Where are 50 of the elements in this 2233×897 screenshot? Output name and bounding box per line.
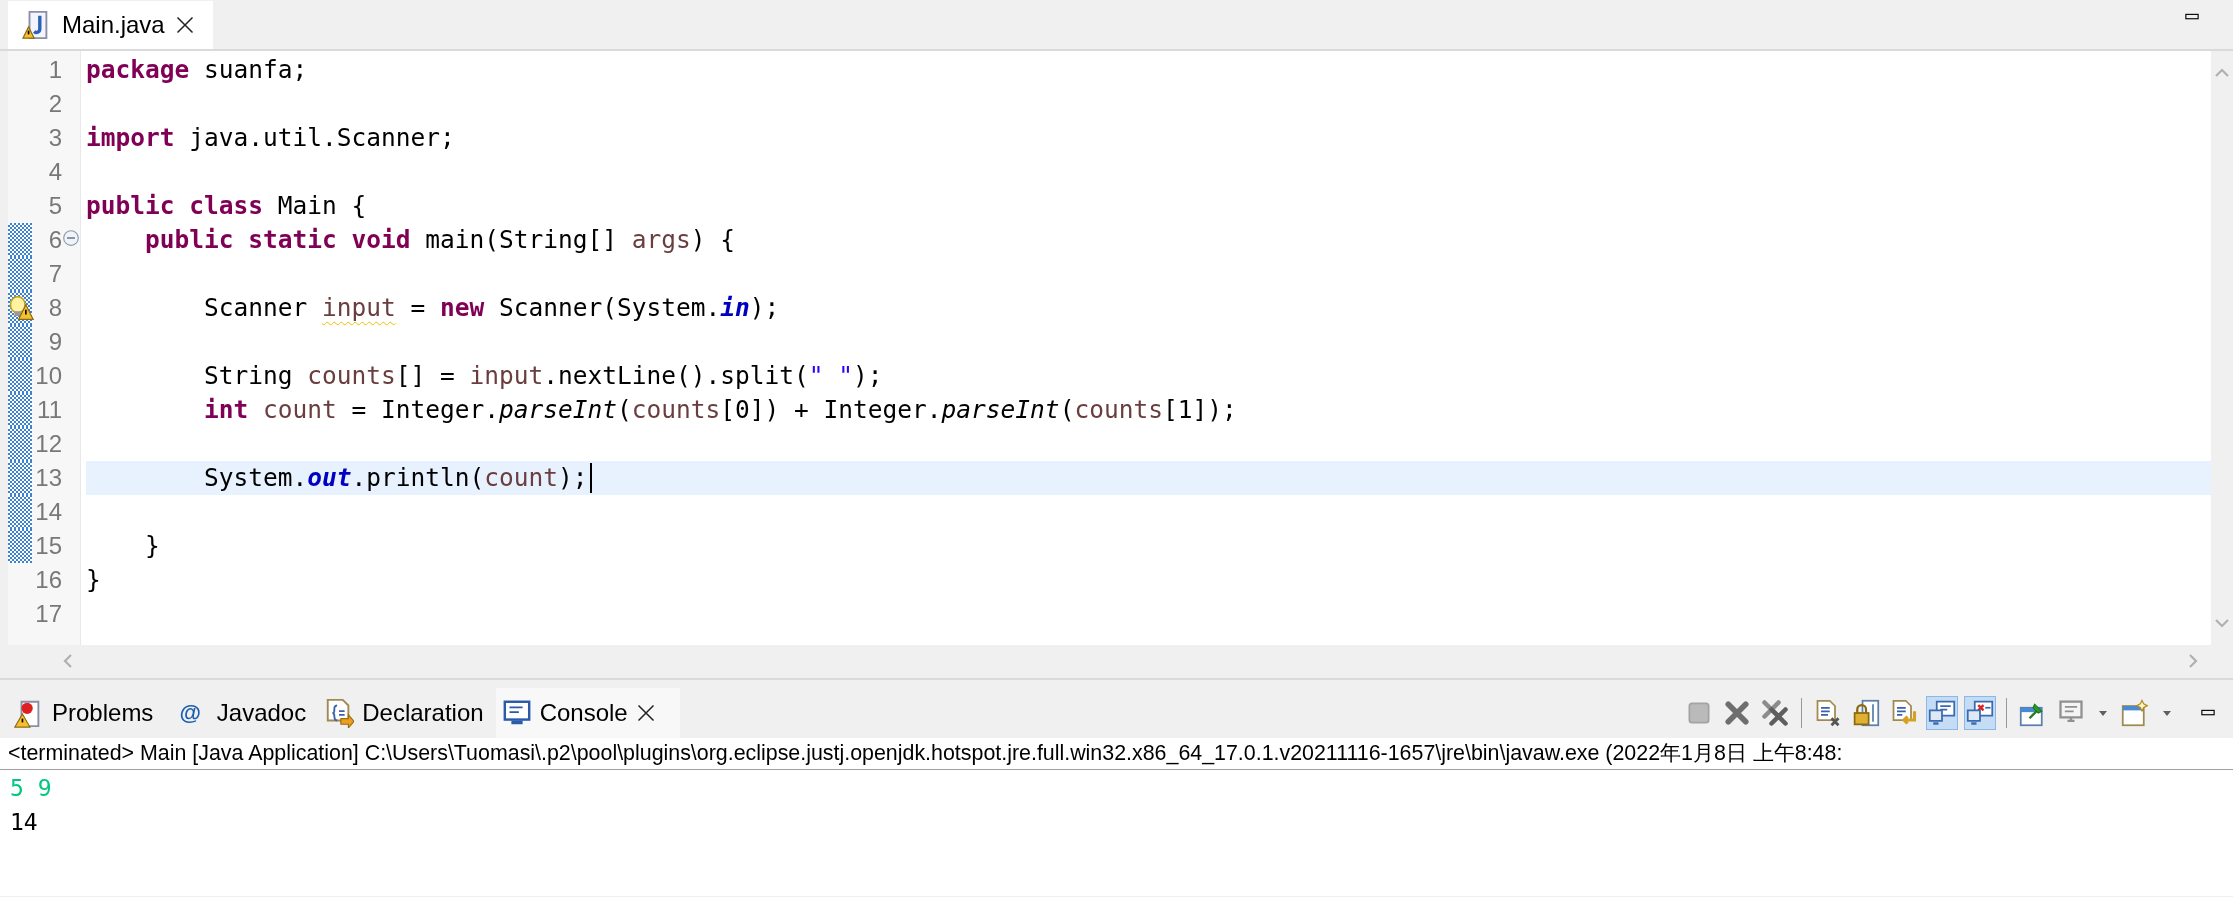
document-x-icon xyxy=(1814,699,1842,727)
line-number: 4 xyxy=(48,157,62,187)
code-line: public static void main(String[] args) { xyxy=(144,224,736,256)
view-tab[interactable]: Declaration xyxy=(318,688,496,738)
monitor-icon xyxy=(1928,699,1956,727)
console-process-label: <terminated> Main [Java Application] C:\Users\Tuomasi\.p2\pool\plugins\org.eclipse.justj.openjdk.hotspot.jre.full.win32.x86_64_17.0.1.v20211116-1657\jre\bin\javaw.exe (2022年1月8日 上午8:48: xyxy=(0,738,2233,770)
padlock-icon xyxy=(1852,699,1880,727)
editor-tab[interactable]: Main.java xyxy=(8,1,213,49)
toolbar-button[interactable] xyxy=(1926,696,1958,730)
code-line: } xyxy=(144,530,160,562)
code-line: } xyxy=(86,564,101,596)
toolbar-button[interactable] xyxy=(1964,696,1996,730)
view-tab[interactable]: Problems xyxy=(8,688,166,738)
line-number: 17 xyxy=(35,599,62,629)
close-icon[interactable] xyxy=(174,15,195,35)
line-number: 3 xyxy=(48,123,62,153)
declaration-icon xyxy=(324,698,355,728)
line-number: 16 xyxy=(35,565,62,595)
view-tab[interactable]: Console xyxy=(495,688,680,738)
collapse-icon[interactable] xyxy=(62,229,80,247)
line-number: 9 xyxy=(48,327,62,357)
code-line: package suanfa; xyxy=(86,54,308,86)
view-tab[interactable]: @ Javadoc xyxy=(165,688,319,738)
at-sign-icon: @ xyxy=(171,700,209,726)
line-number: 8 xyxy=(48,293,62,323)
code-line: String counts[] = input.nextLine().split(" "); xyxy=(203,360,883,392)
line-number: 2 xyxy=(48,89,62,119)
code-line: int count = Integer.parseInt(counts[0]) + Integer.parseInt(counts[1]); xyxy=(203,394,1237,426)
line-number: 6 xyxy=(48,225,62,255)
line-number: 14 xyxy=(35,497,62,527)
new-window-icon xyxy=(2121,699,2149,727)
line-number: 5 xyxy=(48,191,62,221)
code-line: import java.util.Scanner; xyxy=(86,122,455,154)
line-number: 7 xyxy=(48,259,62,289)
code-line: System.out.println(count); xyxy=(86,461,592,495)
line-number: 1 xyxy=(48,55,62,85)
line-number: 11 xyxy=(37,395,62,425)
line-number: 15 xyxy=(35,531,62,561)
code-line: Scanner input = new Scanner(System.in); xyxy=(203,292,780,324)
line-number: 10 xyxy=(35,361,62,391)
line-number: 12 xyxy=(35,429,62,459)
console-output-line: 5 9 xyxy=(10,774,53,803)
console-output-line: 14 xyxy=(10,808,39,837)
close-icon xyxy=(1723,699,1751,727)
line-number: 13 xyxy=(35,463,62,493)
monitor-error-icon xyxy=(1966,699,1994,727)
wrap-arrow-icon xyxy=(1890,699,1918,727)
close-icon[interactable] xyxy=(635,703,656,723)
double-x-icon xyxy=(1761,699,1789,727)
code-line: public class Main { xyxy=(86,190,367,222)
